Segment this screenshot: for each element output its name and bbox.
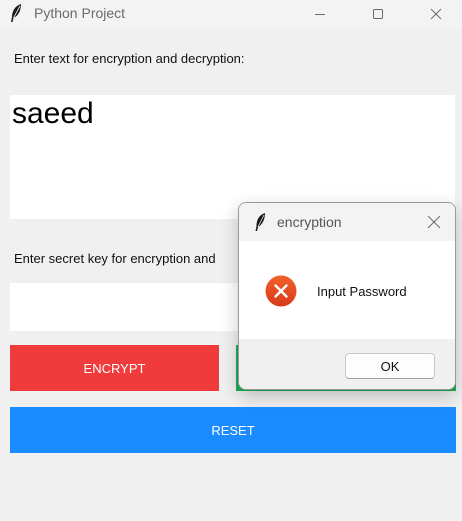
dialog-footer: OK: [239, 339, 455, 389]
secret-key-label: Enter secret key for encryption and: [14, 251, 216, 266]
error-icon: [265, 275, 297, 307]
minimize-icon: [315, 14, 325, 15]
dialog-title: encryption: [277, 214, 342, 230]
close-icon[interactable]: [427, 215, 441, 229]
maximize-icon: [373, 9, 383, 19]
encrypt-button[interactable]: ENCRYPT: [10, 345, 219, 391]
feather-icon: [255, 213, 265, 231]
reset-button[interactable]: RESET: [10, 407, 456, 453]
title-bar: Python Project: [0, 0, 462, 28]
dialog-title-bar: encryption: [239, 203, 455, 241]
dialog-body: Input Password: [239, 241, 455, 339]
maximize-button[interactable]: [355, 0, 401, 28]
error-dialog: encryption Input Password OK: [238, 202, 456, 390]
text-input-label: Enter text for encryption and decryption…: [14, 51, 245, 66]
window-title: Python Project: [34, 5, 126, 21]
message-text-value: saeed: [12, 97, 94, 130]
minimize-button[interactable]: [297, 0, 343, 28]
message-text-area[interactable]: saeed: [10, 95, 455, 219]
close-icon: [430, 8, 442, 20]
dialog-message: Input Password: [317, 284, 407, 299]
ok-button[interactable]: OK: [345, 353, 435, 379]
feather-icon: [11, 4, 21, 22]
close-button[interactable]: [413, 0, 459, 28]
